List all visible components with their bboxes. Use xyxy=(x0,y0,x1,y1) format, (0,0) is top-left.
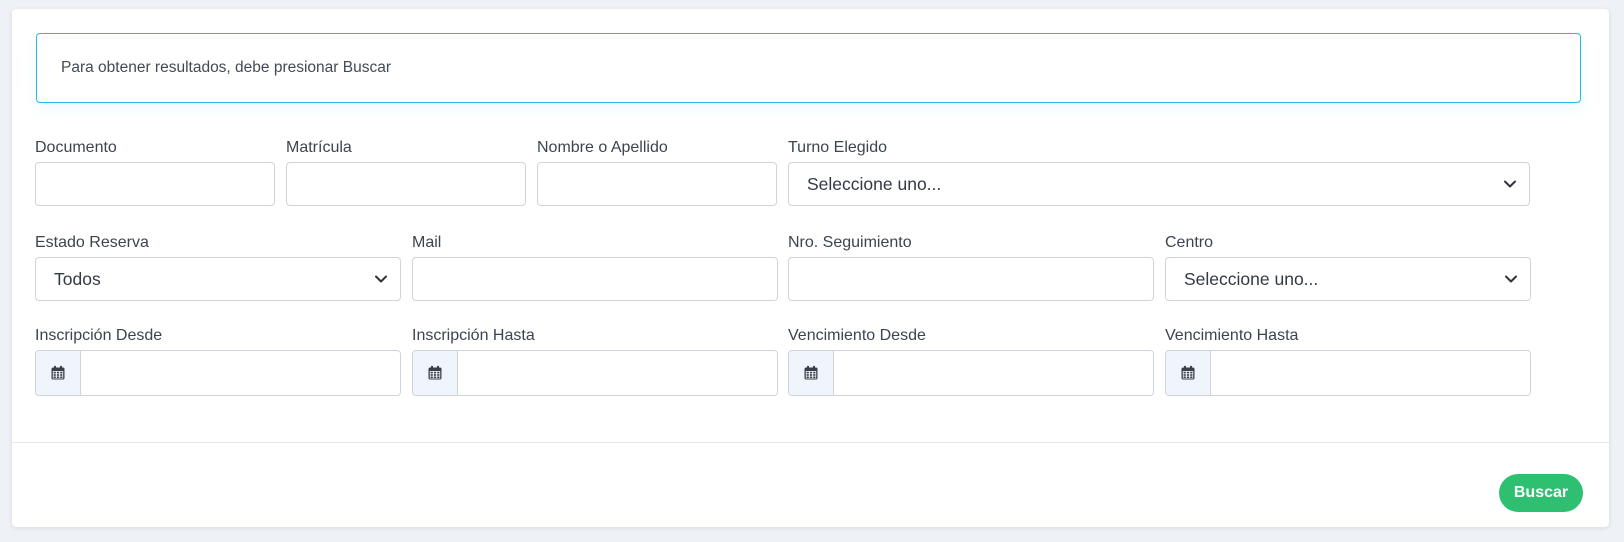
vencimiento-desde-input[interactable] xyxy=(834,351,1153,395)
inscripcion-desde-datepicker xyxy=(35,350,401,396)
matricula-input[interactable] xyxy=(286,162,526,206)
search-button[interactable]: Buscar xyxy=(1499,474,1583,512)
vencimiento-desde-label: Vencimiento Desde xyxy=(788,327,926,344)
centro-select[interactable]: Seleccione uno... xyxy=(1165,257,1531,301)
info-alert: Para obtener resultados, debe presionar … xyxy=(36,33,1581,103)
calendar-icon[interactable] xyxy=(36,351,81,395)
turno-selected-value: Seleccione uno... xyxy=(807,173,942,194)
calendar-icon[interactable] xyxy=(789,351,834,395)
card-footer-divider xyxy=(12,442,1609,443)
seguimiento-label: Nro. Seguimiento xyxy=(788,234,912,251)
inscripcion-hasta-label: Inscripción Hasta xyxy=(412,327,535,344)
inscripcion-hasta-input[interactable] xyxy=(458,351,777,395)
estado-label: Estado Reserva xyxy=(35,234,149,251)
mail-input[interactable] xyxy=(412,257,778,301)
mail-label: Mail xyxy=(412,234,442,251)
centro-label: Centro xyxy=(1165,234,1214,251)
nombre-input[interactable] xyxy=(537,162,777,206)
chevron-down-icon xyxy=(1505,275,1517,283)
estado-select[interactable]: Todos xyxy=(35,257,401,301)
turno-label: Turno Elegido xyxy=(788,139,888,156)
inscripcion-desde-label: Inscripción Desde xyxy=(35,327,163,344)
vencimiento-desde-datepicker xyxy=(788,350,1154,396)
calendar-icon[interactable] xyxy=(413,351,458,395)
chevron-down-icon xyxy=(1504,180,1516,188)
chevron-down-icon xyxy=(375,275,387,283)
turno-select[interactable]: Seleccione uno... xyxy=(788,162,1530,206)
inscripcion-desde-input[interactable] xyxy=(81,351,400,395)
estado-selected-value: Todos xyxy=(54,268,101,289)
vencimiento-hasta-datepicker xyxy=(1165,350,1531,396)
nombre-label: Nombre o Apellido xyxy=(537,139,668,156)
vencimiento-hasta-label: Vencimiento Hasta xyxy=(1165,327,1299,344)
inscripcion-hasta-datepicker xyxy=(412,350,778,396)
matricula-label: Matrícula xyxy=(286,139,352,156)
centro-selected-value: Seleccione uno... xyxy=(1184,268,1319,289)
vencimiento-hasta-input[interactable] xyxy=(1211,351,1530,395)
calendar-icon[interactable] xyxy=(1166,351,1211,395)
seguimiento-input[interactable] xyxy=(788,257,1154,301)
search-filter-card: Para obtener resultados, debe presionar … xyxy=(12,9,1609,527)
documento-input[interactable] xyxy=(35,162,275,206)
documento-label: Documento xyxy=(35,139,117,156)
info-alert-message: Para obtener resultados, debe presionar … xyxy=(61,59,392,76)
